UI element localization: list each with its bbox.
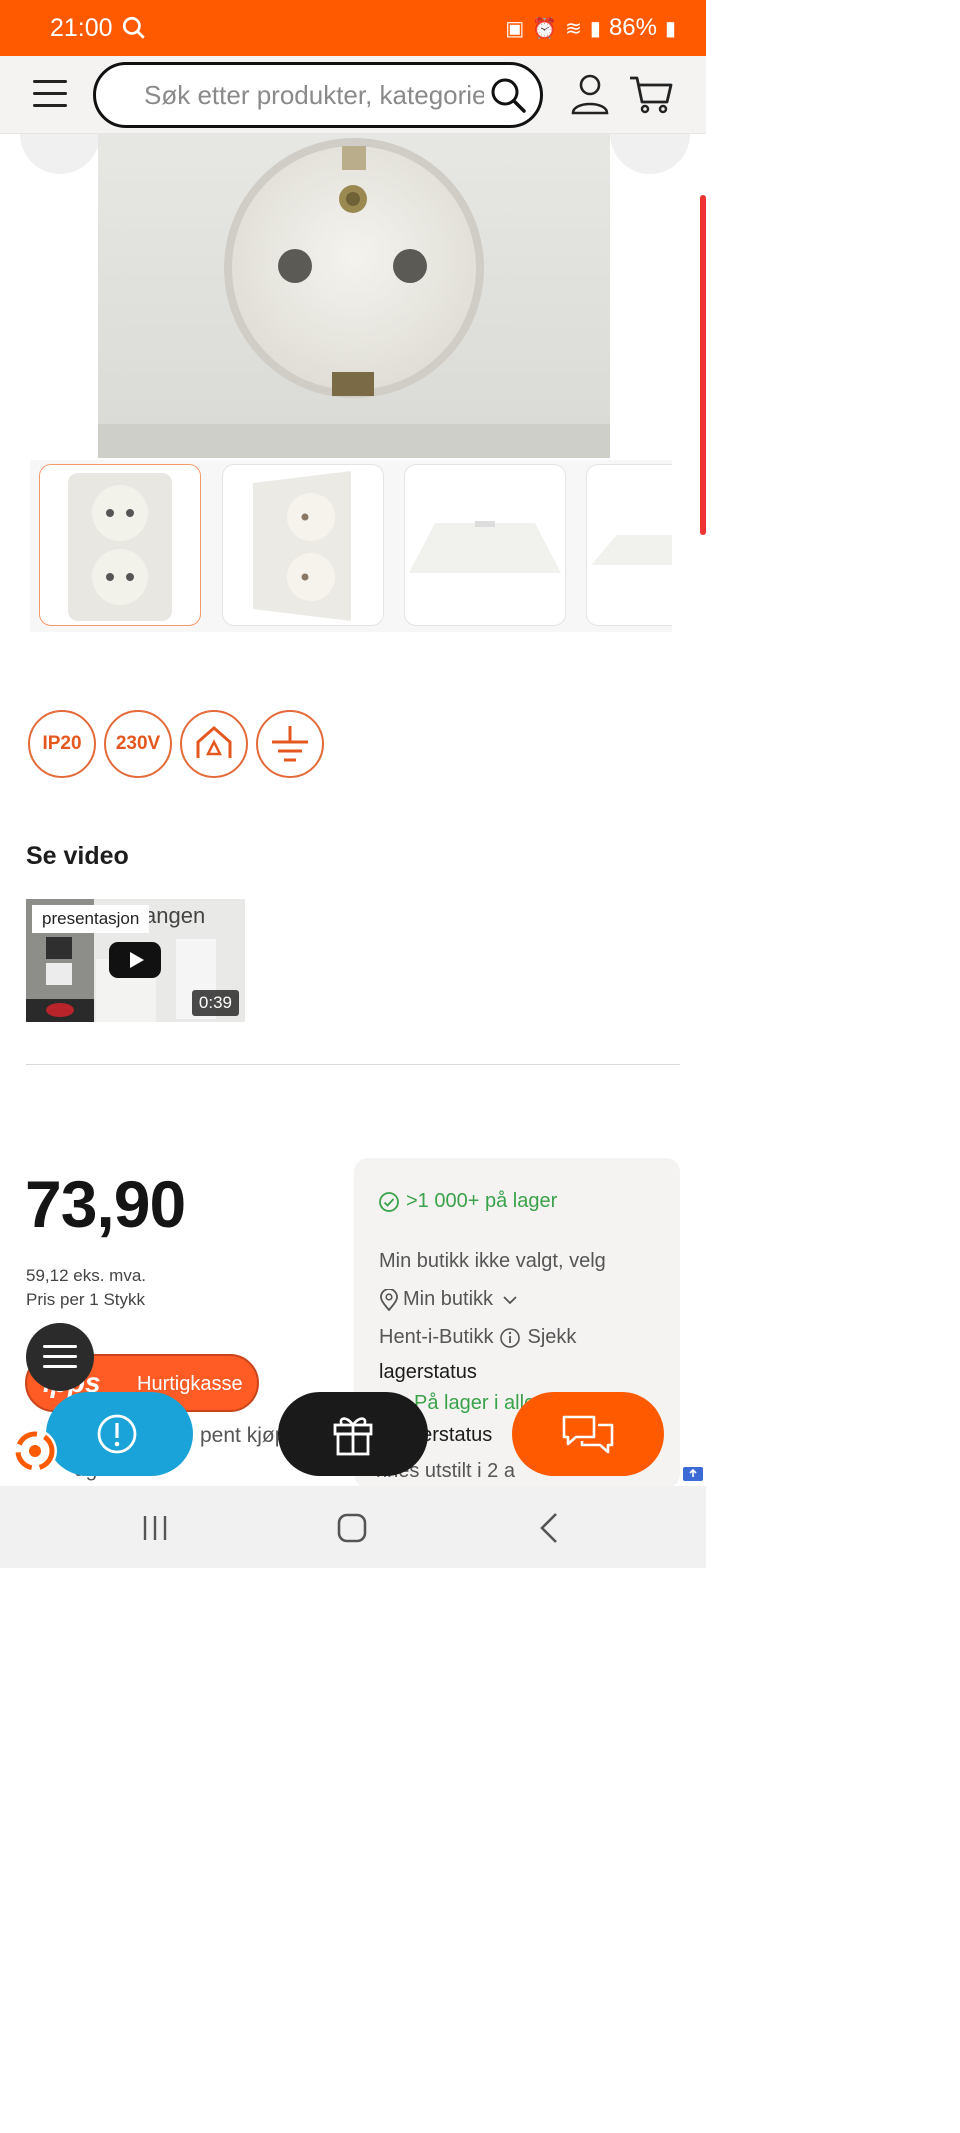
search-icon[interactable]	[488, 75, 528, 115]
video-duration: 0:39	[191, 990, 239, 1016]
store-prompt: Min butikk ikke valgt, velg	[379, 1250, 606, 1272]
cart-icon[interactable]	[628, 72, 674, 116]
check-stock-link[interactable]: Sjekk	[527, 1326, 576, 1349]
user-icon[interactable]	[570, 72, 610, 116]
system-nav-bar	[0, 1486, 706, 1568]
product-main-image[interactable]	[0, 134, 706, 460]
recent-apps-icon[interactable]	[135, 1508, 175, 1548]
chat-button[interactable]	[512, 1392, 664, 1476]
location-pin-icon	[380, 1288, 398, 1311]
video-tag: presentasjon	[32, 905, 150, 933]
thumbnail-4[interactable]	[586, 464, 672, 626]
pickup-row: Hent-i-Butikk Sjekk	[379, 1326, 577, 1349]
badge-230v: 230V	[104, 710, 172, 778]
menu-icon	[33, 80, 67, 83]
check-circle-icon	[379, 1191, 399, 1212]
status-bar: 21:00 ▣ ⏰ ≋ ▮ 86% ▮	[0, 0, 706, 56]
thumbnail-3[interactable]	[404, 464, 566, 626]
online-stock-status: >1 000+ på lager	[378, 1190, 557, 1213]
badge-ip20: IP20	[28, 710, 96, 778]
gift-icon	[333, 1417, 373, 1456]
thumbnail-strip	[30, 460, 672, 632]
search-input[interactable]	[144, 65, 484, 125]
thumbnail-1[interactable]	[39, 464, 201, 626]
battery-icon: ▮	[664, 17, 676, 40]
socket-image	[20, 134, 690, 458]
search-bar	[93, 62, 543, 128]
feature-badges: IP20 230V	[28, 710, 324, 778]
thumbnail-2[interactable]	[222, 464, 384, 626]
scroll-indicator	[700, 195, 706, 535]
home-icon[interactable]	[332, 1508, 372, 1548]
info-icon[interactable]	[499, 1327, 521, 1349]
ground-earth-icon	[256, 710, 324, 778]
video-background-text: angen	[144, 903, 206, 928]
feedback-button[interactable]	[46, 1392, 193, 1476]
open-purchase-text: pent kjøp	[200, 1424, 287, 1447]
video-thumbnail[interactable]: angen presentasjon 0:39	[26, 899, 245, 1022]
battery-level: 86%	[608, 14, 657, 41]
play-icon[interactable]	[109, 942, 161, 978]
signal-icon: ▮	[589, 17, 601, 40]
back-icon[interactable]	[530, 1508, 570, 1548]
floating-menu-button[interactable]	[26, 1323, 94, 1391]
price-excl-vat: 59,12 eks. mva.	[26, 1266, 147, 1285]
product-price: 73,90	[25, 1167, 186, 1241]
status-icons: ▣ ⏰ ≋ ▮ 86% ▮	[505, 14, 676, 42]
hamburger-icon	[43, 1345, 77, 1348]
lagerstatus-link[interactable]: lagerstatus	[379, 1361, 477, 1384]
brand-logo-icon[interactable]	[10, 1426, 60, 1476]
notification-icon: ▣	[505, 17, 525, 40]
video-section-title: Se video	[26, 842, 129, 870]
corner-badge-icon	[683, 1467, 703, 1481]
chat-bubbles-icon	[562, 1415, 614, 1454]
price-per-unit: Pris per 1 Stykk	[26, 1290, 146, 1309]
status-time: 21:00	[50, 13, 113, 42]
gift-button[interactable]	[278, 1392, 428, 1476]
search-status-icon	[122, 16, 145, 39]
exclamation-icon	[97, 1414, 137, 1454]
menu-button[interactable]	[33, 80, 67, 108]
alarm-icon: ⏰	[532, 17, 558, 40]
indoor-house-icon	[180, 710, 248, 778]
site-header	[0, 56, 706, 134]
store-link[interactable]: Min butikk	[403, 1288, 493, 1311]
store-selector[interactable]: Min butikk	[379, 1288, 519, 1311]
chevron-down-icon	[503, 1295, 517, 1304]
section-divider	[26, 1064, 680, 1065]
wifi-icon: ≋	[565, 17, 582, 40]
